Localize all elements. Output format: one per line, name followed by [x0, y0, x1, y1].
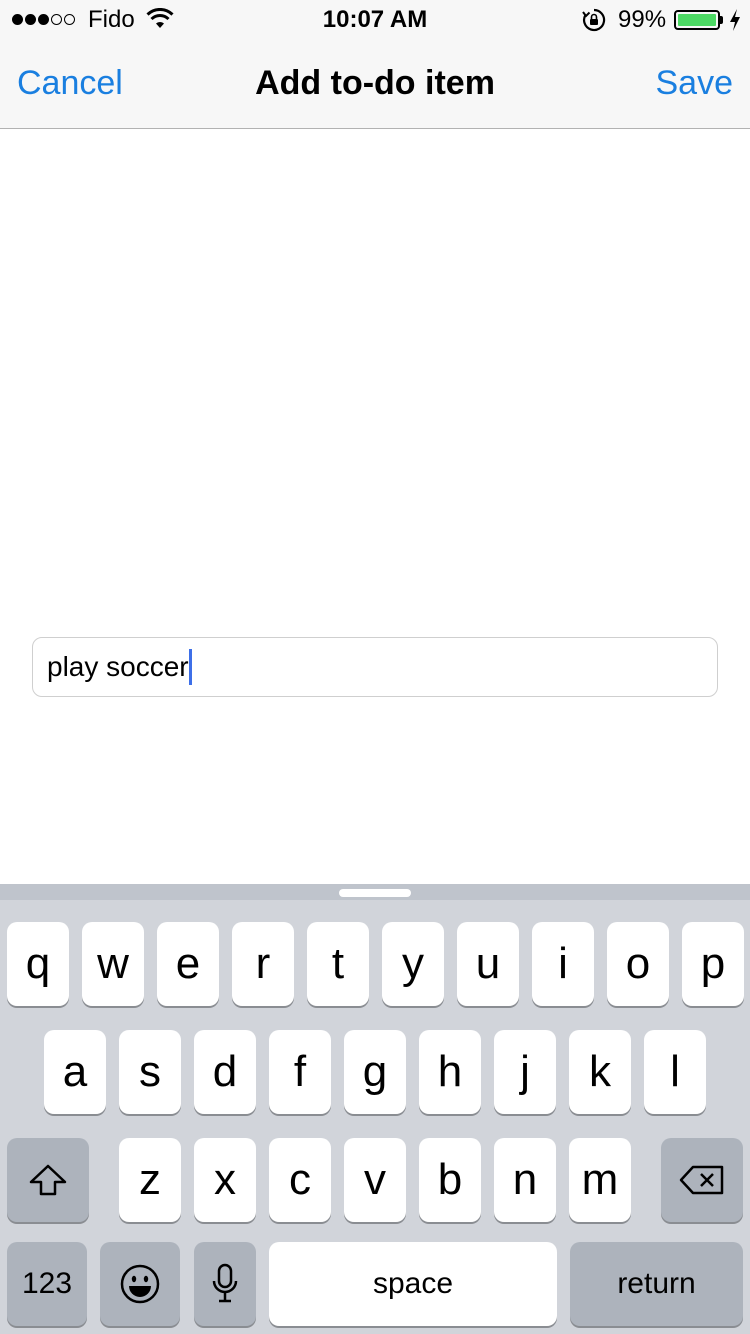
charging-bolt-icon: [730, 9, 740, 31]
todo-text-field[interactable]: play soccer: [32, 637, 718, 697]
microphone-key[interactable]: [194, 1242, 256, 1326]
key-d[interactable]: d: [194, 1030, 256, 1114]
emoji-icon: [120, 1264, 160, 1304]
key-z[interactable]: z: [119, 1138, 181, 1222]
keyboard-grabber[interactable]: [339, 889, 411, 897]
shift-icon: [29, 1164, 67, 1196]
key-r[interactable]: r: [232, 922, 294, 1006]
key-l[interactable]: l: [644, 1030, 706, 1114]
shift-key[interactable]: [7, 1138, 89, 1222]
text-caret: [188, 649, 192, 685]
key-q[interactable]: q: [7, 922, 69, 1006]
key-x[interactable]: x: [194, 1138, 256, 1222]
key-j[interactable]: j: [494, 1030, 556, 1114]
screen: Fido 10:07 AM 99% Cancel Add to-do item …: [0, 0, 750, 1334]
key-y[interactable]: y: [382, 922, 444, 1006]
key-c[interactable]: c: [269, 1138, 331, 1222]
battery-tip: [720, 16, 723, 24]
key-b[interactable]: b: [419, 1138, 481, 1222]
return-key[interactable]: return: [570, 1242, 743, 1326]
key-n[interactable]: n: [494, 1138, 556, 1222]
key-s[interactable]: s: [119, 1030, 181, 1114]
page-title: Add to-do item: [255, 64, 495, 102]
delete-icon: [679, 1165, 724, 1195]
rotation-lock-icon: [582, 8, 606, 32]
key-u[interactable]: u: [457, 922, 519, 1006]
key-w[interactable]: w: [82, 922, 144, 1006]
key-m[interactable]: m: [569, 1138, 631, 1222]
key-h[interactable]: h: [419, 1030, 481, 1114]
keyboard: 123 space return qwertyuiop asdfghjkl zxcv…: [0, 884, 750, 1334]
battery-percent: 99%: [618, 6, 667, 33]
save-button[interactable]: Save: [656, 64, 734, 103]
key-f[interactable]: f: [269, 1030, 331, 1114]
key-k[interactable]: k: [569, 1030, 631, 1114]
delete-key[interactable]: [661, 1138, 743, 1222]
key-e[interactable]: e: [157, 922, 219, 1006]
navigation-bar: Cancel Add to-do item Save: [0, 40, 750, 128]
todo-text-value: play soccer: [47, 651, 189, 682]
microphone-icon: [212, 1263, 238, 1303]
battery-fill: [678, 14, 716, 26]
status-bar: Fido 10:07 AM 99%: [0, 0, 750, 40]
key-p[interactable]: p: [682, 922, 744, 1006]
battery-icon: [674, 10, 720, 30]
key-t[interactable]: t: [307, 922, 369, 1006]
numbers-key[interactable]: 123: [7, 1242, 87, 1326]
space-key[interactable]: space: [269, 1242, 557, 1326]
emoji-key[interactable]: [100, 1242, 180, 1326]
key-i[interactable]: i: [532, 922, 594, 1006]
key-o[interactable]: o: [607, 922, 669, 1006]
top-chrome: Fido 10:07 AM 99% Cancel Add to-do item …: [0, 0, 750, 129]
key-v[interactable]: v: [344, 1138, 406, 1222]
key-g[interactable]: g: [344, 1030, 406, 1114]
key-a[interactable]: a: [44, 1030, 106, 1114]
